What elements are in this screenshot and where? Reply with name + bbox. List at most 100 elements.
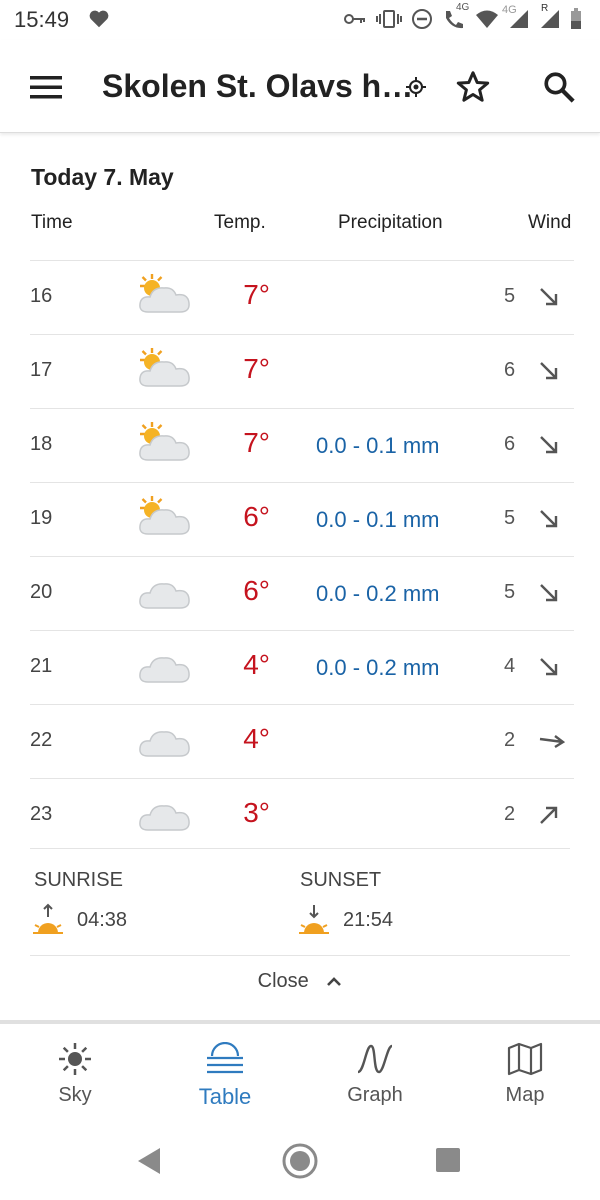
vpn-key-icon [343,10,367,28]
sun-icon [59,1043,91,1075]
nav-graph[interactable]: Graph [315,1042,435,1107]
system-navigation-bar [0,1124,600,1200]
row-time: 22 [30,729,53,751]
app-bar: Skolen St. Olavs h… [0,40,600,133]
row-wind-speed: 5 [504,581,516,603]
sunrise-icon [32,903,64,942]
sun-times: SUNRISE 04:38 SUNSET 21:54 [30,848,570,956]
battery-icon [570,8,582,30]
row-temperature: 7° [243,353,270,384]
southeast-arrow-icon [538,286,560,313]
nav-map[interactable]: Map [465,1042,585,1107]
partly-cloudy-icon [136,272,192,321]
row-wind-speed: 4 [504,655,516,677]
cloud-icon [136,716,192,765]
southeast-arrow-icon [538,656,560,683]
search-icon[interactable] [542,70,576,109]
row-wind-speed: 2 [504,803,516,825]
forecast-row: 23 3° 2 [30,778,574,852]
status-icons: 4G 4G R [343,2,582,30]
row-temperature: 6° [243,575,270,606]
favorite-star-icon[interactable] [455,69,491,110]
row-wind-speed: 5 [504,507,516,529]
day-title: Today 7. May [31,164,174,190]
forecast-row: 16 7° 5 [30,260,574,334]
wifi-icon [475,9,499,29]
southeast-arrow-icon [538,360,560,387]
header-precipitation: Precipitation [338,212,443,233]
chevron-up-icon [326,970,342,993]
bottom-navigation: Sky Table Graph Map [0,1020,600,1126]
do-not-disturb-icon [411,8,433,30]
forecast-row: 19 6° 0.0 - 0.1 mm 5 [30,482,574,556]
sunrise-label: SUNRISE [34,869,123,891]
nav-table[interactable]: Table [165,1042,285,1110]
sunset-icon [298,903,330,942]
recents-icon[interactable] [435,1147,461,1178]
row-temperature: 3° [243,797,270,828]
sunrise-time: 04:38 [77,909,128,931]
home-icon[interactable] [281,1142,319,1185]
signal-icon: 4G [502,4,530,29]
east-arrow-icon [538,730,566,757]
row-time: 16 [30,285,53,307]
location-icon [406,77,426,102]
cloud-icon [136,568,192,617]
row-time: 18 [30,433,53,455]
status-bar: 15:49 4G 4G R [0,0,600,40]
row-wind-speed: 6 [504,359,516,381]
roaming-label: R [541,3,549,14]
header-wind: Wind [528,212,572,233]
nav-map-label: Map [505,1084,545,1106]
row-temperature: 6° [243,501,270,532]
row-temperature: 7° [243,279,270,310]
row-precipitation: 0.0 - 0.1 mm [316,507,440,532]
forecast-table-panel: Today 7. May Time Temp. Precipitation Wi… [0,134,600,1020]
cloud-icon [136,790,192,839]
row-time: 21 [30,655,53,677]
southeast-arrow-icon [538,508,560,535]
southeast-arrow-icon [538,582,560,609]
table-icon [207,1042,243,1074]
row-wind-speed: 5 [504,285,516,307]
menu-icon[interactable] [30,75,62,104]
map-icon [507,1042,543,1076]
forecast-rows: 16 7° 5 17 7° 6 18 7° 0.0 - 0.1 mm 6 19 6° 0.0 - 0.1… [30,260,574,852]
partly-cloudy-icon [136,494,192,543]
location-title: Skolen St. Olavs h… [102,68,414,104]
row-precipitation: 0.0 - 0.2 mm [316,581,440,606]
row-time: 17 [30,359,53,381]
partly-cloudy-icon [136,346,192,395]
row-wind-speed: 6 [504,433,516,455]
nav-table-label: Table [198,1084,252,1109]
back-icon[interactable] [136,1146,162,1181]
row-precipitation: 0.0 - 0.2 mm [316,655,440,680]
vibrate-icon [376,9,402,29]
close-button[interactable]: Close [0,970,600,993]
wifi-calling-icon: 4G [442,2,469,30]
cloud-icon [136,642,192,691]
header-time: Time [31,212,73,233]
row-temperature: 4° [243,723,270,754]
row-precipitation: 0.0 - 0.1 mm [316,433,440,458]
row-time: 19 [30,507,53,529]
sunset-time: 21:54 [343,909,394,931]
southeast-arrow-icon [538,434,560,461]
row-temperature: 4° [243,649,270,680]
roaming-signal-icon: R [539,3,561,29]
forecast-row: 21 4° 0.0 - 0.2 mm 4 [30,630,574,704]
forecast-row: 20 6° 0.0 - 0.2 mm 5 [30,556,574,630]
nav-sky-label: Sky [58,1084,92,1106]
nav-graph-label: Graph [347,1084,403,1106]
row-wind-speed: 2 [504,729,516,751]
nav-sky[interactable]: Sky [15,1042,135,1107]
row-time: 20 [30,581,53,603]
graph-icon [357,1044,393,1074]
sunset-label: SUNSET [300,869,382,891]
header-temp: Temp. [214,212,266,233]
network-type-label: 4G [456,2,470,13]
close-label: Close [257,970,309,993]
forecast-row: 22 4° 2 [30,704,574,778]
row-temperature: 7° [243,427,270,458]
northeast-arrow-icon [538,804,560,831]
